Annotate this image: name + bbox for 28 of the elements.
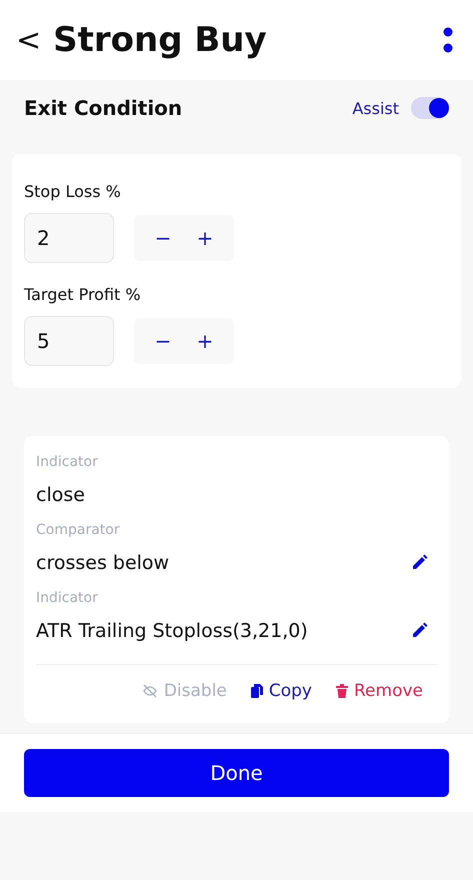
condition-label: Indicator xyxy=(36,454,99,470)
condition-value: ATR Trailing Stoploss(3,21,0) xyxy=(36,620,308,642)
condition-label: Indicator xyxy=(36,590,99,606)
input-field[interactable]: 2 xyxy=(24,213,114,263)
decrement-button[interactable]: − xyxy=(144,328,182,354)
eye-off-icon xyxy=(142,684,158,698)
more-icon[interactable] xyxy=(443,27,453,53)
field-label: Stop Loss % xyxy=(24,182,122,201)
back-button[interactable]: < xyxy=(16,22,54,58)
assist-label: Assist xyxy=(352,98,399,118)
page-title: Strong Buy xyxy=(53,20,268,60)
condition-label: Comparator xyxy=(36,522,121,538)
field-label: Target Profit % xyxy=(24,285,142,304)
input-field[interactable]: 5 xyxy=(24,316,114,366)
increment-button[interactable]: + xyxy=(186,328,224,354)
decrement-button[interactable]: − xyxy=(144,225,182,251)
edit-button[interactable] xyxy=(411,554,429,572)
section-title: Exit Condition xyxy=(24,96,184,120)
remove-button[interactable]: Remove xyxy=(336,681,423,701)
condition-value: crosses below xyxy=(36,552,170,574)
copy-icon xyxy=(250,684,263,698)
copy-button[interactable]: Copy xyxy=(250,681,312,701)
trash-icon xyxy=(336,684,348,698)
edit-button[interactable] xyxy=(411,622,429,640)
condition-value: close xyxy=(36,484,85,506)
done-button[interactable]: Done xyxy=(24,749,449,797)
assist-toggle[interactable] xyxy=(411,97,449,119)
increment-button[interactable]: + xyxy=(186,225,224,251)
